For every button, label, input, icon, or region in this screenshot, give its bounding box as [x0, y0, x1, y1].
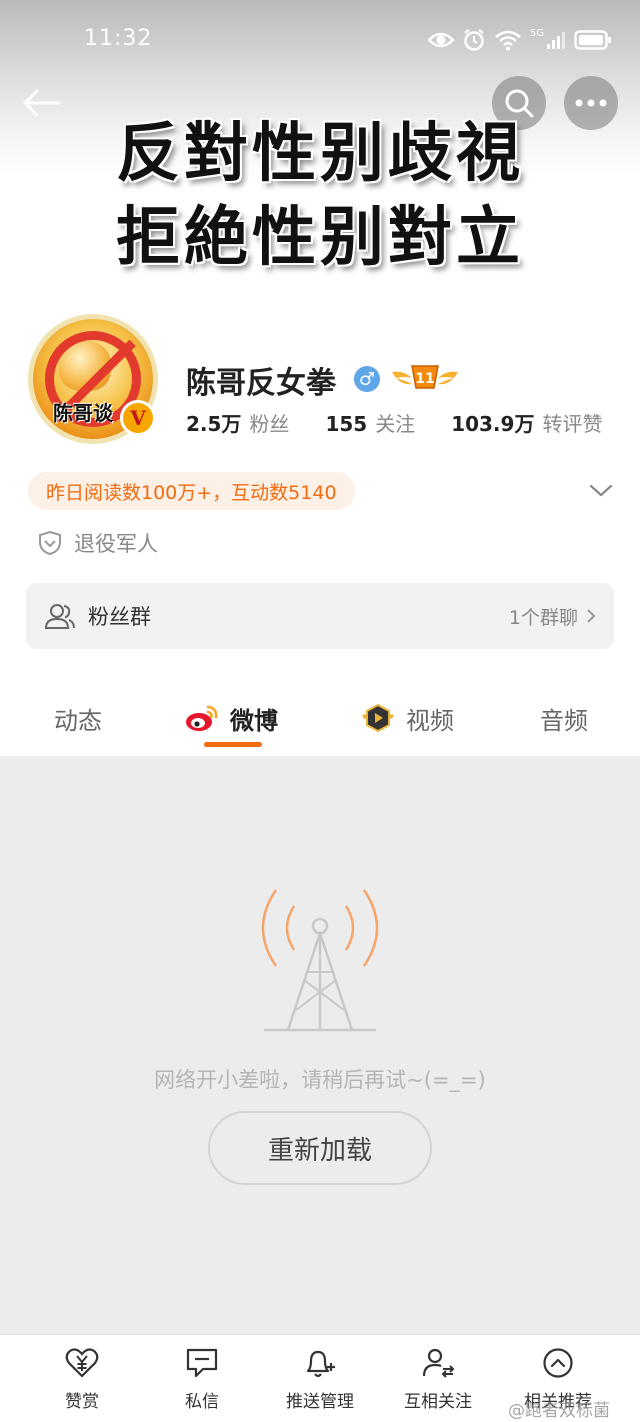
- tab-audio[interactable]: 音频: [540, 690, 588, 746]
- alarm-icon: [464, 29, 484, 51]
- nav-label: 私信: [185, 1392, 219, 1412]
- mutual-follow-icon: [422, 1348, 455, 1378]
- network-type: 5G: [529, 28, 544, 39]
- shield-icon: [39, 530, 61, 556]
- weibo-icon: [186, 705, 218, 731]
- tab-weibo[interactable]: 微博: [184, 690, 278, 746]
- fans-group-count: 1个群聊: [508, 606, 578, 629]
- profile-cover: 11:32 5G 反對性别歧視 拒絶性别對立: [0, 0, 640, 300]
- nav-push-settings[interactable]: 推送管理: [260, 1347, 380, 1412]
- tab-label: 动态: [54, 706, 102, 735]
- nav-reward[interactable]: 赞赏: [22, 1347, 142, 1412]
- message-icon: [186, 1348, 218, 1378]
- nav-label: 赞赏: [65, 1392, 99, 1412]
- reload-button[interactable]: 重新加载: [208, 1111, 432, 1185]
- chevron-right-icon: [587, 609, 596, 623]
- status-time: 11:32: [84, 26, 153, 51]
- level-number: 11: [415, 371, 434, 387]
- signal-icon: [547, 32, 565, 49]
- level-badge-icon[interactable]: 11: [390, 362, 460, 394]
- nav-label: 互相关注: [404, 1392, 472, 1412]
- stat-label: 粉丝: [249, 412, 290, 436]
- identity-tag[interactable]: 退役军人: [38, 528, 158, 558]
- video-badge-icon: [362, 703, 394, 733]
- error-message: 网络开小差啦，请稍后再试~(=_=): [154, 1068, 486, 1092]
- wifi-icon: [495, 30, 521, 51]
- cover-banner: 反對性别歧視 拒絶性别對立: [0, 112, 640, 280]
- stat-label: 关注: [375, 412, 416, 436]
- watermark: @跑者双标菌: [508, 1401, 610, 1421]
- tab-label: 音频: [540, 706, 588, 735]
- bell-plus-icon: [306, 1350, 335, 1378]
- username: 陈哥反女拳: [186, 366, 336, 401]
- stat-following[interactable]: 155 关注: [325, 408, 415, 437]
- status-bar: 11:32 5G: [0, 0, 640, 80]
- nav-message[interactable]: 私信: [142, 1347, 262, 1412]
- stat-label: 转评赞: [542, 412, 603, 436]
- tab-label: 微博: [230, 706, 278, 735]
- fans-group-label: 粉丝群: [88, 605, 151, 629]
- stat-fans[interactable]: 2.5万 粉丝: [186, 408, 289, 437]
- fans-group-row[interactable]: 粉丝群 1个群聊: [26, 583, 614, 649]
- signal-tower-icon: [261, 889, 379, 1032]
- battery-icon: [574, 30, 611, 50]
- fans-group-count-wrap: 1个群聊: [509, 603, 596, 630]
- banner-line-2: 拒絶性别對立: [116, 200, 524, 275]
- male-gender-icon: ♂: [354, 366, 380, 392]
- tab-dynamics[interactable]: 动态: [54, 690, 102, 746]
- yen-heart-icon: [65, 1348, 99, 1378]
- nav-label: 推送管理: [286, 1392, 354, 1412]
- active-tab-indicator: [204, 742, 262, 747]
- eye-icon: [427, 32, 454, 48]
- read-stats-pill[interactable]: 昨日阅读数100万+，互动数5140: [28, 472, 355, 510]
- chevron-up-circle-icon: [543, 1348, 573, 1378]
- profile-tabs: 动态 微博 视频 音频: [0, 690, 640, 756]
- stat-value: 2.5万: [186, 412, 242, 436]
- chevron-down-icon[interactable]: [588, 480, 614, 500]
- stat-value: 103.9万: [451, 412, 535, 436]
- verified-v-icon: V: [120, 400, 156, 436]
- group-users-icon: [44, 604, 75, 629]
- stat-interactions[interactable]: 103.9万 转评赞: [451, 408, 602, 437]
- identity-label: 退役军人: [74, 532, 158, 556]
- nav-mutual-follow[interactable]: 互相关注: [378, 1347, 498, 1412]
- tab-video[interactable]: 视频: [360, 690, 454, 746]
- avatar-text: 陈哥谈: [53, 401, 113, 425]
- profile-stats: 2.5万 粉丝 155 关注 103.9万 转评赞: [186, 408, 638, 437]
- stat-value: 155: [325, 412, 368, 436]
- more-icon: [575, 99, 607, 107]
- tab-label: 视频: [406, 706, 454, 735]
- banner-line-1: 反對性别歧視: [116, 116, 524, 191]
- feed-area: 网络开小差啦，请稍后再试~(=_=) 重新加载: [0, 756, 640, 1334]
- status-icons: 5G: [427, 28, 612, 52]
